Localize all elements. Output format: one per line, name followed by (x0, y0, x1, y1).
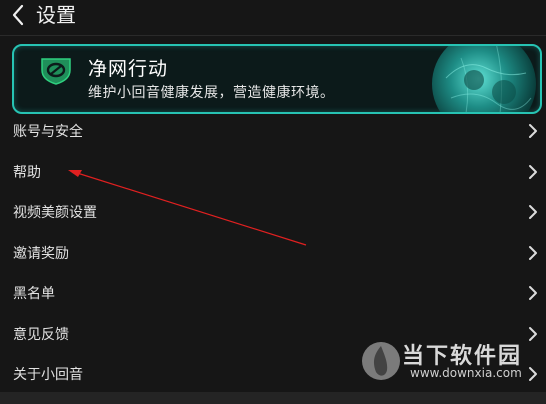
menu-item-video-beauty-settings[interactable]: 视频美颜设置 (0, 192, 546, 233)
menu-item-label: 账号与安全 (13, 124, 83, 141)
menu-item-label: 帮助 (13, 164, 41, 181)
chevron-right-icon (529, 245, 537, 260)
back-button[interactable] (6, 2, 36, 32)
header-bar: 设置 (0, 0, 546, 34)
watermark: 当下软件园 www.downxia.com (360, 336, 546, 386)
menu-item-account-security[interactable]: 账号与安全 (0, 111, 546, 152)
menu-item-label: 视频美颜设置 (13, 205, 97, 222)
watermark-url: www.downxia.com (410, 366, 522, 380)
banner-subtitle: 维护小回音健康发展，营造健康环境。 (88, 85, 335, 101)
clean-web-banner[interactable]: 净网行动 维护小回音健康发展，营造健康环境。 (12, 44, 542, 114)
menu-item-label: 黑名单 (13, 286, 55, 303)
header-divider (0, 35, 546, 36)
menu-item-label: 关于小回音 (13, 367, 83, 384)
shield-icon (41, 58, 71, 85)
chevron-left-icon (12, 4, 24, 26)
page-title: 设置 (36, 2, 76, 27)
menu-item-label: 邀请奖励 (13, 245, 69, 262)
menu-item-blacklist[interactable]: 黑名单 (0, 273, 546, 314)
menu-item-invite-rewards[interactable]: 邀请奖励 (0, 233, 546, 274)
menu-item-label: 意见反馈 (13, 326, 69, 343)
bottom-bar (0, 392, 546, 404)
watermark-logo-icon (362, 342, 400, 380)
chevron-right-icon (529, 286, 537, 300)
chevron-right-icon (529, 205, 537, 219)
menu-item-help[interactable]: 帮助 (0, 152, 546, 193)
chevron-right-icon (529, 164, 537, 179)
banner-title: 净网行动 (88, 58, 169, 80)
chevron-right-icon (529, 124, 537, 138)
globe-icon (432, 46, 536, 112)
